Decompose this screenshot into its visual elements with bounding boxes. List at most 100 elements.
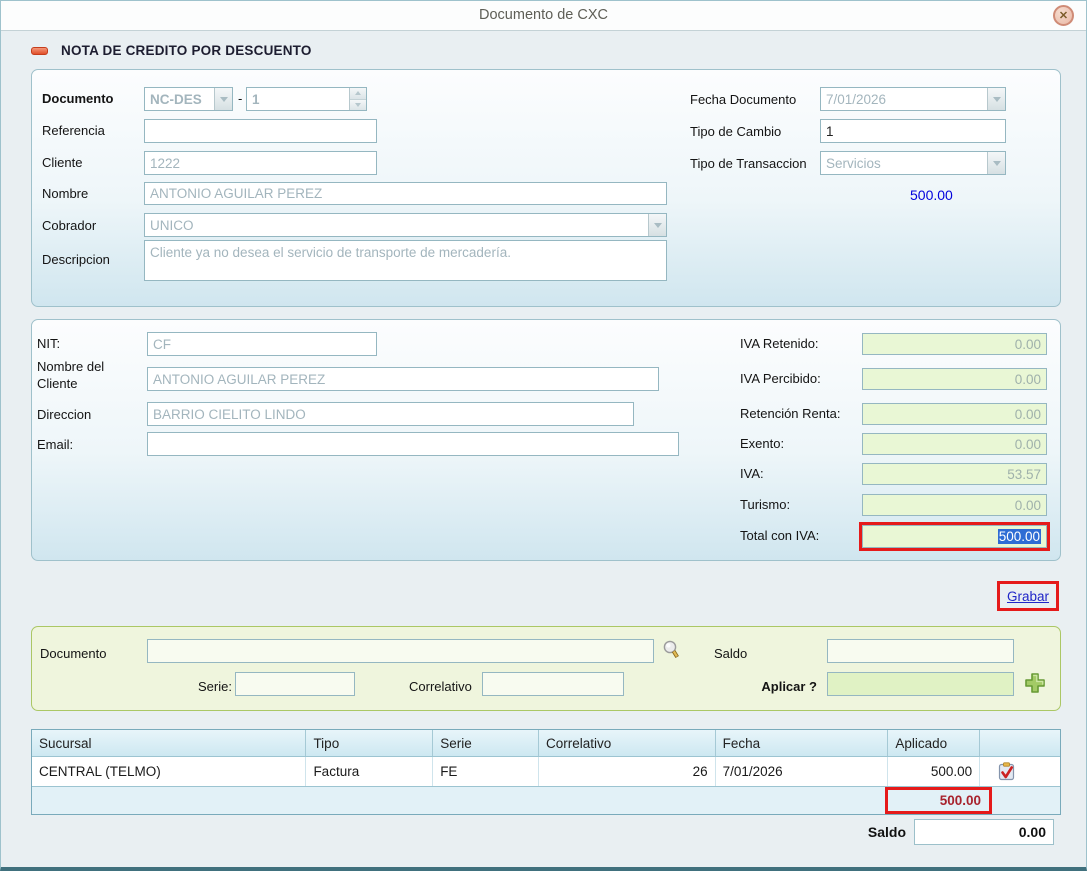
tipo-transaccion-label: Tipo de Transaccion bbox=[690, 156, 807, 171]
tipo-transaccion-value: Servicios bbox=[826, 156, 881, 171]
tipo-cambio-input[interactable]: 1 bbox=[820, 119, 1006, 143]
column-header-aplicado[interactable]: Aplicado bbox=[888, 730, 980, 756]
nombre-cliente-label: Nombre del Cliente bbox=[37, 358, 119, 392]
document-panel: Documento NC-DES - 1 Referencia Cliente … bbox=[31, 69, 1061, 307]
iva-percibido-input[interactable]: 0.00 bbox=[862, 368, 1047, 390]
spinner-down-icon[interactable] bbox=[350, 100, 366, 111]
collapse-minus-icon[interactable] bbox=[31, 47, 48, 55]
column-header-tipo[interactable]: Tipo bbox=[306, 730, 433, 756]
nit-label: NIT: bbox=[37, 336, 60, 351]
add-plus-icon[interactable] bbox=[1022, 669, 1048, 697]
retencion-renta-label: Retención Renta: bbox=[740, 406, 840, 421]
turismo-input[interactable]: 0.00 bbox=[862, 494, 1047, 516]
exento-input[interactable]: 0.00 bbox=[862, 433, 1047, 455]
iva-input[interactable]: 53.57 bbox=[862, 463, 1047, 485]
cliente-input[interactable]: 1222 bbox=[144, 151, 377, 175]
fecha-documento-label: Fecha Documento bbox=[690, 92, 796, 107]
saldo-input[interactable]: 0.00 bbox=[914, 819, 1054, 845]
table-header-row: Sucursal Tipo Serie Correlativo Fecha Ap… bbox=[32, 730, 1060, 757]
nit-input[interactable]: CF bbox=[147, 332, 377, 356]
cobrador-label: Cobrador bbox=[42, 218, 96, 233]
titlebar: Documento de CXC ✕ bbox=[1, 1, 1086, 31]
direccion-label: Direccion bbox=[37, 407, 91, 422]
direccion-input[interactable]: BARRIO CIELITO LINDO bbox=[147, 402, 634, 426]
total-con-iva-selected-value: 500.00 bbox=[998, 529, 1041, 544]
table-row: CENTRAL (TELMO) Factura FE 26 7/01/2026 … bbox=[32, 757, 1060, 786]
section-title: NOTA DE CREDITO POR DESCUENTO bbox=[61, 43, 312, 58]
cell-sucursal: CENTRAL (TELMO) bbox=[32, 757, 306, 786]
iva-percibido-label: IVA Percibido: bbox=[740, 371, 821, 386]
chevron-down-icon[interactable] bbox=[987, 152, 1005, 174]
tipo-transaccion-select[interactable]: Servicios bbox=[820, 151, 1006, 175]
apply-documento-label: Documento bbox=[40, 646, 106, 661]
close-icon[interactable]: ✕ bbox=[1053, 5, 1074, 26]
annotation-grabar: Grabar bbox=[997, 581, 1059, 611]
annotation-total-con-iva: 500.00 bbox=[859, 522, 1050, 551]
column-header-fecha[interactable]: Fecha bbox=[716, 730, 889, 756]
cell-serie: FE bbox=[433, 757, 539, 786]
grabar-button[interactable]: Grabar bbox=[1007, 589, 1049, 604]
apply-correlativo-label: Correlativo bbox=[409, 679, 472, 694]
total-con-iva-label: Total con IVA: bbox=[740, 528, 819, 543]
referencia-label: Referencia bbox=[42, 123, 105, 138]
documento-numero-spinner[interactable]: 1 bbox=[246, 87, 367, 111]
email-label: Email: bbox=[37, 437, 73, 452]
fiscal-panel: NIT: CF Nombre del Cliente ANTONIO AGUIL… bbox=[31, 319, 1061, 561]
email-input[interactable] bbox=[147, 432, 679, 456]
window-title: Documento de CXC bbox=[1, 7, 1086, 23]
chevron-down-icon[interactable] bbox=[214, 88, 232, 110]
documento-tipo-value: NC-DES bbox=[150, 92, 202, 107]
retencion-renta-input[interactable]: 0.00 bbox=[862, 403, 1047, 425]
total-con-iva-input[interactable]: 500.00 bbox=[862, 525, 1047, 548]
chevron-down-icon[interactable] bbox=[987, 88, 1005, 110]
column-header-serie[interactable]: Serie bbox=[433, 730, 539, 756]
descripcion-label: Descripcion bbox=[42, 252, 110, 267]
documento-separator: - bbox=[238, 91, 242, 106]
referencia-input[interactable] bbox=[144, 119, 377, 143]
fecha-documento-select[interactable]: 7/01/2026 bbox=[820, 87, 1006, 111]
serie-input[interactable] bbox=[235, 672, 355, 696]
apply-saldo-input[interactable] bbox=[827, 639, 1014, 663]
column-header-correlativo[interactable]: Correlativo bbox=[539, 730, 716, 756]
documento-tipo-select[interactable]: NC-DES bbox=[144, 87, 233, 111]
chevron-down-icon[interactable] bbox=[648, 214, 666, 236]
documento-cxc-dialog: Documento de CXC ✕ NOTA DE CREDITO POR D… bbox=[0, 0, 1087, 871]
applied-documents-table: Sucursal Tipo Serie Correlativo Fecha Ap… bbox=[31, 729, 1061, 815]
section-header: NOTA DE CREDITO POR DESCUENTO bbox=[31, 43, 312, 58]
documento-numero-value: 1 bbox=[252, 92, 260, 107]
tipo-cambio-label: Tipo de Cambio bbox=[690, 124, 781, 139]
saldo-label: Saldo bbox=[781, 824, 906, 840]
edit-document-icon[interactable] bbox=[996, 761, 1017, 782]
documento-label: Documento bbox=[42, 91, 114, 106]
cell-tipo: Factura bbox=[306, 757, 433, 786]
spinner-up-icon[interactable] bbox=[350, 88, 366, 100]
correlativo-input[interactable] bbox=[482, 672, 624, 696]
apply-panel: Documento Saldo Serie: Correlativo Aplic… bbox=[31, 626, 1061, 711]
iva-retenido-label: IVA Retenido: bbox=[740, 336, 819, 351]
cobrador-select[interactable]: UNICO bbox=[144, 213, 667, 237]
cell-aplicado: 500.00 bbox=[888, 757, 980, 786]
cell-correlativo: 26 bbox=[539, 757, 716, 786]
cobrador-value: UNICO bbox=[150, 218, 194, 233]
turismo-label: Turismo: bbox=[740, 497, 790, 512]
search-icon[interactable] bbox=[660, 637, 684, 663]
aplicar-input[interactable] bbox=[827, 672, 1014, 696]
nombre-cliente-input[interactable]: ANTONIO AGUILAR PEREZ bbox=[147, 367, 659, 391]
iva-retenido-input[interactable]: 0.00 bbox=[862, 333, 1047, 355]
total-aplicado-value: 500.00 bbox=[940, 793, 981, 808]
exento-label: Exento: bbox=[740, 436, 784, 451]
apply-documento-input[interactable] bbox=[147, 639, 654, 663]
column-header-actions bbox=[980, 730, 1060, 756]
monto-documento: 500.00 bbox=[910, 187, 953, 203]
cell-fecha: 7/01/2026 bbox=[716, 757, 889, 786]
descripcion-textarea[interactable]: Cliente ya no desea el servicio de trans… bbox=[144, 240, 667, 281]
nombre-input[interactable]: ANTONIO AGUILAR PEREZ bbox=[144, 182, 667, 205]
serie-label: Serie: bbox=[198, 679, 232, 694]
column-header-sucursal[interactable]: Sucursal bbox=[32, 730, 306, 756]
iva-label: IVA: bbox=[740, 466, 764, 481]
apply-saldo-label: Saldo bbox=[714, 646, 747, 661]
spinner-arrows bbox=[349, 88, 366, 110]
nombre-label: Nombre bbox=[42, 186, 88, 201]
cell-actions bbox=[980, 757, 1060, 786]
annotation-total-aplicado: 500.00 bbox=[885, 787, 992, 814]
